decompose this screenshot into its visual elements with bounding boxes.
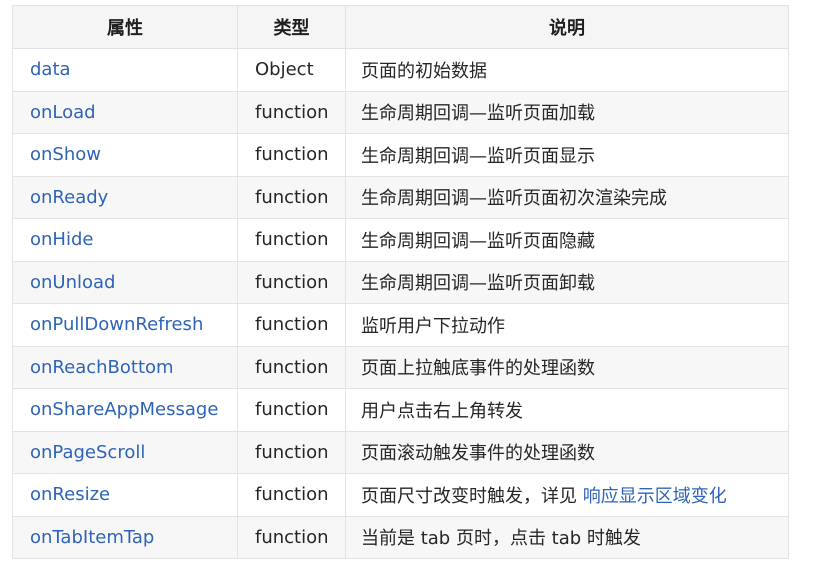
resize-doc-link[interactable]: 响应显示区域变化 xyxy=(583,486,727,507)
table-row: onHide function 生命周期回调—监听页面隐藏 xyxy=(12,218,789,262)
property-cell[interactable]: onUnload xyxy=(12,260,238,304)
type-cell: function xyxy=(237,515,346,559)
description-cell: 生命周期回调—监听页面初次渲染完成 xyxy=(345,175,789,219)
table-row: onShow function 生命周期回调—监听页面显示 xyxy=(12,133,789,177)
type-cell: function xyxy=(237,133,346,177)
description-cell: 生命周期回调—监听页面加载 xyxy=(345,90,789,134)
table-row: onUnload function 生命周期回调—监听页面卸载 xyxy=(12,260,789,304)
type-cell: function xyxy=(237,430,346,474)
table-row: onTabItemTap function 当前是 tab 页时，点击 tab … xyxy=(12,515,789,559)
description-cell: 生命周期回调—监听页面显示 xyxy=(345,133,789,177)
description-cell: 页面上拉触底事件的处理函数 xyxy=(345,345,789,389)
property-cell[interactable]: data xyxy=(12,48,238,92)
type-cell: function xyxy=(237,473,346,517)
table-row: onReachBottom function 页面上拉触底事件的处理函数 xyxy=(12,345,789,389)
type-cell: function xyxy=(237,260,346,304)
property-cell[interactable]: onResize xyxy=(12,473,238,517)
type-cell: function xyxy=(237,90,346,134)
page-properties-table-container: 属性 类型 说明 data Object 页面的初始数据 onLoad func… xyxy=(12,5,789,559)
table-row: onShareAppMessage function 用户点击右上角转发 xyxy=(12,388,789,432)
description-cell: 页面滚动触发事件的处理函数 xyxy=(345,430,789,474)
description-cell: 页面的初始数据 xyxy=(345,48,789,92)
description-cell: 当前是 tab 页时，点击 tab 时触发 xyxy=(345,515,789,559)
property-cell[interactable]: onTabItemTap xyxy=(12,515,238,559)
description-cell: 生命周期回调—监听页面卸载 xyxy=(345,260,789,304)
description-cell: 监听用户下拉动作 xyxy=(345,303,789,347)
header-type: 类型 xyxy=(237,5,346,49)
description-text: 页面尺寸改变时触发，详见 xyxy=(361,485,583,507)
property-cell[interactable]: onReachBottom xyxy=(12,345,238,389)
type-cell: function xyxy=(237,345,346,389)
header-property: 属性 xyxy=(12,5,238,49)
property-cell[interactable]: onShow xyxy=(12,133,238,177)
table-row: onPageScroll function 页面滚动触发事件的处理函数 xyxy=(12,430,789,474)
type-cell: function xyxy=(237,175,346,219)
table-row: onPullDownRefresh function 监听用户下拉动作 xyxy=(12,303,789,347)
property-cell[interactable]: onHide xyxy=(12,218,238,262)
table-row: onReady function 生命周期回调—监听页面初次渲染完成 xyxy=(12,175,789,219)
header-description: 说明 xyxy=(345,5,789,49)
description-cell: 用户点击右上角转发 xyxy=(345,388,789,432)
description-cell: 生命周期回调—监听页面隐藏 xyxy=(345,218,789,262)
property-cell[interactable]: onShareAppMessage xyxy=(12,388,238,432)
table-row: data Object 页面的初始数据 xyxy=(12,48,789,92)
property-cell[interactable]: onReady xyxy=(12,175,238,219)
property-cell[interactable]: onLoad xyxy=(12,90,238,134)
type-cell: function xyxy=(237,303,346,347)
type-cell: Object xyxy=(237,48,346,92)
property-cell[interactable]: onPageScroll xyxy=(12,430,238,474)
table-row: onLoad function 生命周期回调—监听页面加载 xyxy=(12,90,789,134)
property-cell[interactable]: onPullDownRefresh xyxy=(12,303,238,347)
description-cell: 页面尺寸改变时触发，详见 响应显示区域变化 xyxy=(345,473,789,517)
page-properties-table: 属性 类型 说明 data Object 页面的初始数据 onLoad func… xyxy=(12,5,789,559)
table-row: onResize function 页面尺寸改变时触发，详见 响应显示区域变化 xyxy=(12,473,789,517)
type-cell: function xyxy=(237,388,346,432)
table-header-row: 属性 类型 说明 xyxy=(12,5,789,49)
type-cell: function xyxy=(237,218,346,262)
